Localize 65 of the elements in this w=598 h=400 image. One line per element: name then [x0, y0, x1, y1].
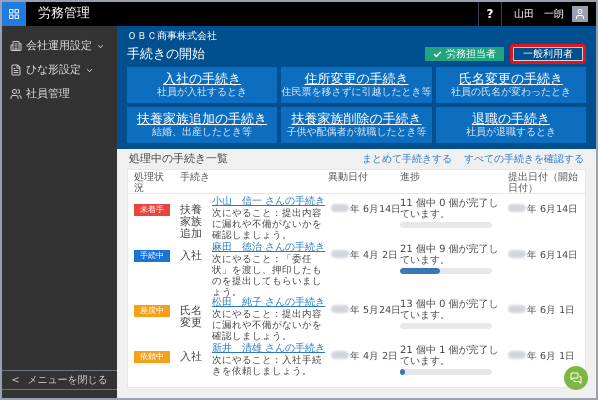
- procedure-tile[interactable]: 退職の手続き 社員が退職するとき: [436, 107, 586, 143]
- role-toggle[interactable]: 労務担当者: [425, 47, 504, 61]
- submit-date: 年 6月14日: [508, 250, 578, 289]
- redacted-year: [331, 351, 349, 359]
- sidebar-item-icon: [10, 88, 22, 100]
- person-link[interactable]: 麻田 徳治 さんの手続き: [212, 242, 328, 254]
- status-badge: 未着手: [134, 204, 170, 216]
- next-step-text: 次にやること：提出内容に漏れや不備がないかを確認しましょう。: [212, 309, 323, 342]
- column-header: 進捗: [400, 172, 421, 183]
- list-title: 処理中の手続き一覧: [129, 150, 228, 167]
- procedure-type: 氏名変更: [180, 305, 203, 331]
- change-date: 年 4月 2日: [331, 250, 398, 261]
- sidebar-item-icon: [10, 40, 22, 52]
- action-link[interactable]: すべての手続きを確認する: [464, 152, 584, 166]
- company-name: ＯＢＣ商事株式会社: [127, 30, 218, 44]
- column-header: 処理状況: [134, 172, 165, 194]
- person-link[interactable]: 松田 純子 さんの手続き: [212, 297, 328, 309]
- redacted-year: [508, 204, 526, 212]
- progress-text: 21 個中 1 個が完了しています。: [400, 345, 500, 367]
- procedure-tile[interactable]: 住所変更の手続き 住民票を移さずに引越したとき等: [281, 67, 432, 103]
- column-header: 提出日付（開始日付）: [508, 172, 578, 194]
- role-toggle[interactable]: 一般利用者: [513, 47, 583, 61]
- sidebar-item-icon: [10, 64, 22, 76]
- collapse-menu-button[interactable]: < メニューを閉じる: [2, 370, 117, 390]
- procedure-type: 入社: [180, 351, 203, 365]
- procedure-tile[interactable]: 入社の手続き 社員が入社するとき: [127, 67, 278, 103]
- procedure-tile[interactable]: 扶養家族追加の手続き 結婚、出産したとき等: [127, 107, 278, 143]
- status-badge: 依頼中: [134, 351, 170, 363]
- user-avatar-icon[interactable]: [572, 6, 588, 22]
- app-title: 労務管理: [38, 5, 90, 24]
- next-step-text: 次にやること：入社手続きを依頼しましょう。: [212, 355, 323, 377]
- progress-text: 21 個中 9 個が完了しています。: [400, 244, 500, 266]
- redacted-year: [331, 305, 349, 313]
- progress-text: 13 個中 0 個が完了しています。: [400, 299, 500, 321]
- person-link[interactable]: 小山 信一 さんの手続き: [212, 196, 328, 208]
- status-badge: 手続中: [134, 250, 170, 262]
- redacted-year: [508, 351, 526, 359]
- change-date: 年 6月14日: [331, 204, 402, 215]
- status-badge: 差戻中: [134, 305, 170, 317]
- chat-icon: [570, 372, 582, 384]
- user-name: 山田 一朗: [514, 8, 564, 22]
- next-step-text: 次にやること：提出内容に漏れや不備がないかを確認しましょう。: [212, 208, 323, 241]
- procedure-type: 入社: [180, 250, 203, 264]
- submit-date: 年 6月 1日: [508, 305, 576, 335]
- column-header: 手続き: [180, 172, 211, 183]
- change-date: 年 5月24日: [331, 305, 402, 316]
- column-header: 異動日付: [328, 172, 369, 183]
- action-link[interactable]: まとめて手続きする: [362, 152, 452, 166]
- procedure-tile[interactable]: 扶養家族削除の手続き 子供や配偶者が就職したとき等: [281, 107, 432, 143]
- sidebar-item[interactable]: 社員管理: [2, 82, 117, 106]
- submit-date: 年 6月14日: [508, 204, 578, 234]
- section-title: 手続きの開始: [127, 46, 205, 64]
- person-link[interactable]: 新井 清雄 さんの手続き: [212, 343, 328, 355]
- redacted-year: [508, 250, 526, 258]
- redacted-year: [508, 305, 526, 313]
- next-step-text: 次にやること：「委任状」を渡し、押印したものを提出してもらいましょう。: [212, 254, 322, 298]
- progress-text: 11 個中 0 個が完了しています。: [400, 198, 500, 220]
- procedure-tile[interactable]: 氏名変更の手続き 社員の氏名が変わったとき: [436, 67, 586, 103]
- redacted-year: [331, 250, 349, 258]
- redacted-year: [331, 204, 349, 212]
- app-grid-icon[interactable]: [2, 2, 26, 26]
- sidebar-item[interactable]: ひな形設定: [2, 58, 117, 82]
- sidebar-item[interactable]: 会社運用設定: [2, 34, 117, 58]
- check-icon: [433, 50, 442, 58]
- change-date: 年 4月 2日: [331, 351, 398, 362]
